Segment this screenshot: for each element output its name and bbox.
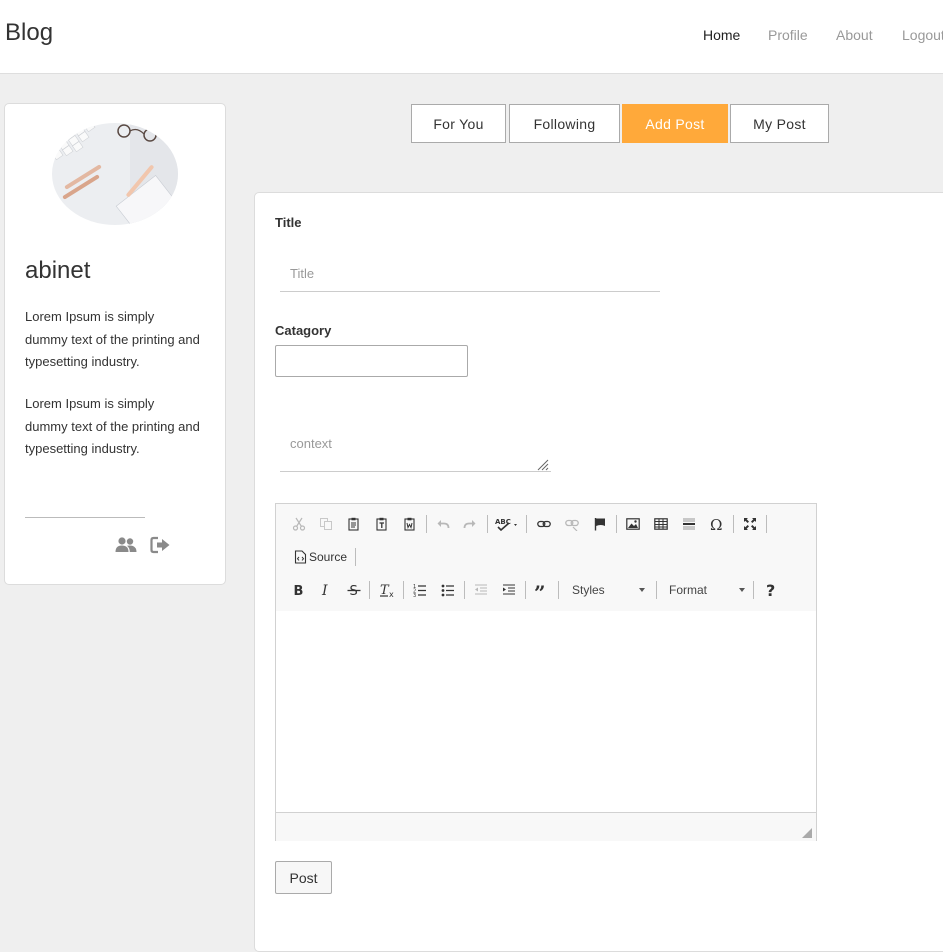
- svg-text:Ω: Ω: [710, 516, 722, 532]
- maximize-icon[interactable]: [739, 513, 761, 535]
- tab-my-post[interactable]: My Post: [730, 104, 829, 143]
- strikethrough-icon[interactable]: S: [343, 579, 365, 601]
- nav-link-home[interactable]: Home: [703, 27, 740, 43]
- svg-text:3: 3: [413, 593, 416, 597]
- format-dropdown[interactable]: Format: [663, 579, 751, 601]
- nav-link-profile[interactable]: Profile: [768, 27, 808, 43]
- bold-icon[interactable]: B: [287, 579, 309, 601]
- toolbar-separator: [487, 515, 488, 533]
- svg-text:I: I: [321, 583, 328, 597]
- numbered-list-icon[interactable]: 123: [409, 579, 431, 601]
- decrease-indent-icon[interactable]: [470, 579, 492, 601]
- bulleted-list-icon[interactable]: [437, 579, 459, 601]
- brand-logo[interactable]: Blog: [5, 19, 53, 47]
- paste-icon[interactable]: [343, 513, 365, 535]
- copy-icon[interactable]: [315, 513, 337, 535]
- spellcheck-icon[interactable]: ABC: [493, 513, 523, 535]
- redo-icon[interactable]: [459, 513, 481, 535]
- rich-text-editor: ABC Ω Source B I S T x 1 2 3 ” Styles Fo…: [275, 503, 817, 841]
- nav-link-logout[interactable]: Logout: [902, 27, 943, 43]
- special-character-icon[interactable]: Ω: [706, 513, 728, 535]
- profile-card: abinet Lorem Ipsum is simply dummy text …: [4, 103, 226, 585]
- paste-text-icon[interactable]: [371, 513, 393, 535]
- svg-text:ABC: ABC: [495, 518, 511, 526]
- toolbar-separator: [656, 581, 657, 599]
- tab-add-post[interactable]: Add Post: [622, 104, 728, 143]
- editor-content-area[interactable]: [276, 611, 816, 812]
- post-button[interactable]: Post: [275, 861, 332, 894]
- category-label: Catagory: [275, 323, 332, 338]
- styles-dropdown-label: Styles: [572, 583, 605, 597]
- horizontal-line-icon[interactable]: [678, 513, 700, 535]
- navbar: Blog Home Profile About Logout: [0, 0, 943, 74]
- profile-name: abinet: [25, 257, 91, 284]
- format-dropdown-label: Format: [669, 583, 708, 597]
- title-label: Title: [275, 215, 302, 230]
- sign-out-icon[interactable]: [150, 536, 172, 554]
- toolbar-separator: [526, 515, 527, 533]
- editor-toolbar: ABC Ω Source B I S T x 1 2 3 ” Styles Fo…: [276, 504, 816, 612]
- italic-icon[interactable]: I: [315, 579, 337, 601]
- svg-text:B: B: [294, 584, 304, 597]
- remove-format-icon[interactable]: Tx: [376, 579, 398, 601]
- resize-handle-icon[interactable]: [537, 458, 549, 471]
- svg-text:?: ?: [766, 582, 775, 598]
- toolbar-separator: [766, 515, 767, 533]
- toolbar-separator: [616, 515, 617, 533]
- toolbar-separator: [733, 515, 734, 533]
- tab-for-you[interactable]: For You: [411, 104, 506, 143]
- source-icon[interactable]: [289, 546, 311, 568]
- toolbar-separator: [753, 581, 754, 599]
- toolbar-separator: [369, 581, 370, 599]
- increase-indent-icon[interactable]: [498, 579, 520, 601]
- toolbar-separator: [403, 581, 404, 599]
- styles-dropdown[interactable]: Styles: [566, 579, 651, 601]
- toolbar-separator: [525, 581, 526, 599]
- blockquote-icon[interactable]: ”: [531, 579, 553, 601]
- category-input[interactable]: [275, 345, 468, 377]
- chevron-down-icon: [639, 588, 645, 592]
- toolbar-separator: [355, 548, 356, 566]
- unlink-icon[interactable]: [561, 513, 583, 535]
- help-icon[interactable]: ?: [760, 579, 782, 601]
- svg-text:x: x: [389, 590, 394, 598]
- toolbar-separator: [558, 581, 559, 599]
- link-icon[interactable]: [533, 513, 555, 535]
- profile-bio: Lorem Ipsum is simply dummy text of the …: [25, 309, 200, 369]
- chevron-down-icon: [739, 588, 745, 592]
- anchor-flag-icon[interactable]: [589, 513, 611, 535]
- add-post-form: Title Catagory: [254, 192, 943, 952]
- undo-icon[interactable]: [432, 513, 454, 535]
- title-input[interactable]: [280, 256, 660, 292]
- table-icon[interactable]: [650, 513, 672, 535]
- avatar: [52, 123, 178, 225]
- editor-status-bar: [276, 812, 816, 841]
- tab-following[interactable]: Following: [509, 104, 620, 143]
- context-textarea[interactable]: [280, 429, 551, 472]
- cut-icon[interactable]: [288, 513, 310, 535]
- editor-resize-icon[interactable]: [802, 825, 812, 838]
- image-icon[interactable]: [622, 513, 644, 535]
- toolbar-separator: [464, 581, 465, 599]
- profile-divider: [25, 517, 145, 518]
- svg-text:”: ”: [534, 583, 546, 597]
- toolbar-separator: [426, 515, 427, 533]
- users-icon[interactable]: [115, 536, 137, 554]
- nav-link-about[interactable]: About: [836, 27, 873, 43]
- paste-word-icon[interactable]: [399, 513, 421, 535]
- source-button-label[interactable]: Source: [309, 550, 347, 564]
- profile-bio-2: Lorem Ipsum is simply dummy text of the …: [25, 396, 200, 456]
